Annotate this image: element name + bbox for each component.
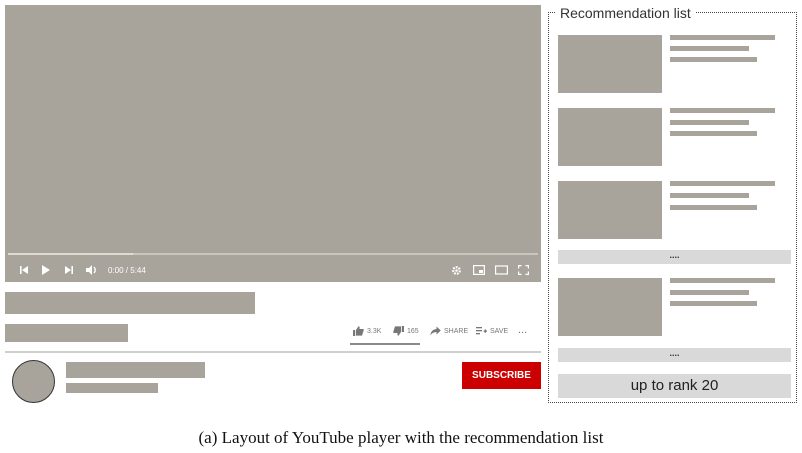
more-actions-button[interactable]: ... — [518, 324, 527, 336]
recommendation-thumbnail[interactable] — [558, 35, 662, 93]
recommendation-meta-line — [670, 193, 749, 198]
divider — [5, 351, 541, 353]
recommendation-meta-line — [670, 57, 757, 62]
recommendation-thumbnail[interactable] — [558, 278, 662, 336]
dislike-button[interactable]: 165 — [393, 326, 419, 336]
recommendation-title-line — [670, 108, 775, 113]
time-readout: 0:00 / 5:44 — [108, 266, 146, 275]
recommendation-thumbnail[interactable] — [558, 181, 662, 239]
more-icon: ... — [518, 324, 528, 336]
volume-icon[interactable] — [86, 265, 98, 275]
video-title-placeholder — [5, 292, 255, 314]
figure-caption: (a) Layout of YouTube player with the re… — [198, 428, 604, 447]
like-count: 3.3K — [367, 327, 382, 335]
thumbs-down-icon — [393, 326, 404, 336]
share-label: SHARE — [444, 327, 469, 335]
recommendation-ellipsis: .... — [558, 250, 791, 264]
miniplayer-icon[interactable] — [473, 265, 485, 275]
save-button[interactable]: SAVE — [476, 326, 508, 336]
recommendation-title-line — [670, 35, 775, 40]
recommendation-meta-line — [670, 205, 757, 210]
recommendation-meta-line — [670, 46, 749, 51]
dislike-count: 165 — [407, 327, 419, 335]
recommendation-meta-line — [670, 301, 757, 306]
recommendation-title-line — [670, 181, 775, 186]
skip-next-icon[interactable] — [64, 265, 74, 275]
share-button[interactable]: SHARE — [430, 326, 468, 336]
like-ratio-bar — [350, 343, 420, 345]
channel-avatar[interactable] — [12, 360, 55, 403]
playlist-add-icon — [476, 327, 487, 335]
theater-mode-icon[interactable] — [495, 265, 508, 275]
recommendation-list-title: Recommendation list — [556, 4, 695, 22]
recommendation-title-line — [670, 278, 775, 283]
subscriber-count-placeholder — [66, 383, 158, 393]
settings-gear-icon[interactable] — [451, 265, 462, 276]
view-count-placeholder — [5, 324, 128, 342]
skip-previous-icon[interactable] — [19, 265, 29, 275]
subscribe-button[interactable]: SUBSCRIBE — [462, 362, 541, 389]
recommendation-meta-line — [670, 131, 757, 136]
save-label: SAVE — [490, 327, 509, 335]
play-icon[interactable] — [41, 265, 51, 275]
recommendation-meta-line — [670, 120, 749, 125]
progress-played — [8, 253, 133, 255]
like-button[interactable]: 3.3K — [353, 326, 381, 336]
thumbs-up-icon — [353, 326, 364, 336]
recommendation-meta-line — [670, 290, 749, 295]
rank-limit-label: up to rank 20 — [558, 374, 791, 398]
channel-name-placeholder — [66, 362, 205, 378]
recommendation-thumbnail[interactable] — [558, 108, 662, 166]
video-player[interactable] — [5, 5, 541, 282]
share-arrow-icon — [430, 326, 441, 336]
recommendation-ellipsis: .... — [558, 348, 791, 362]
fullscreen-icon[interactable] — [518, 265, 529, 275]
